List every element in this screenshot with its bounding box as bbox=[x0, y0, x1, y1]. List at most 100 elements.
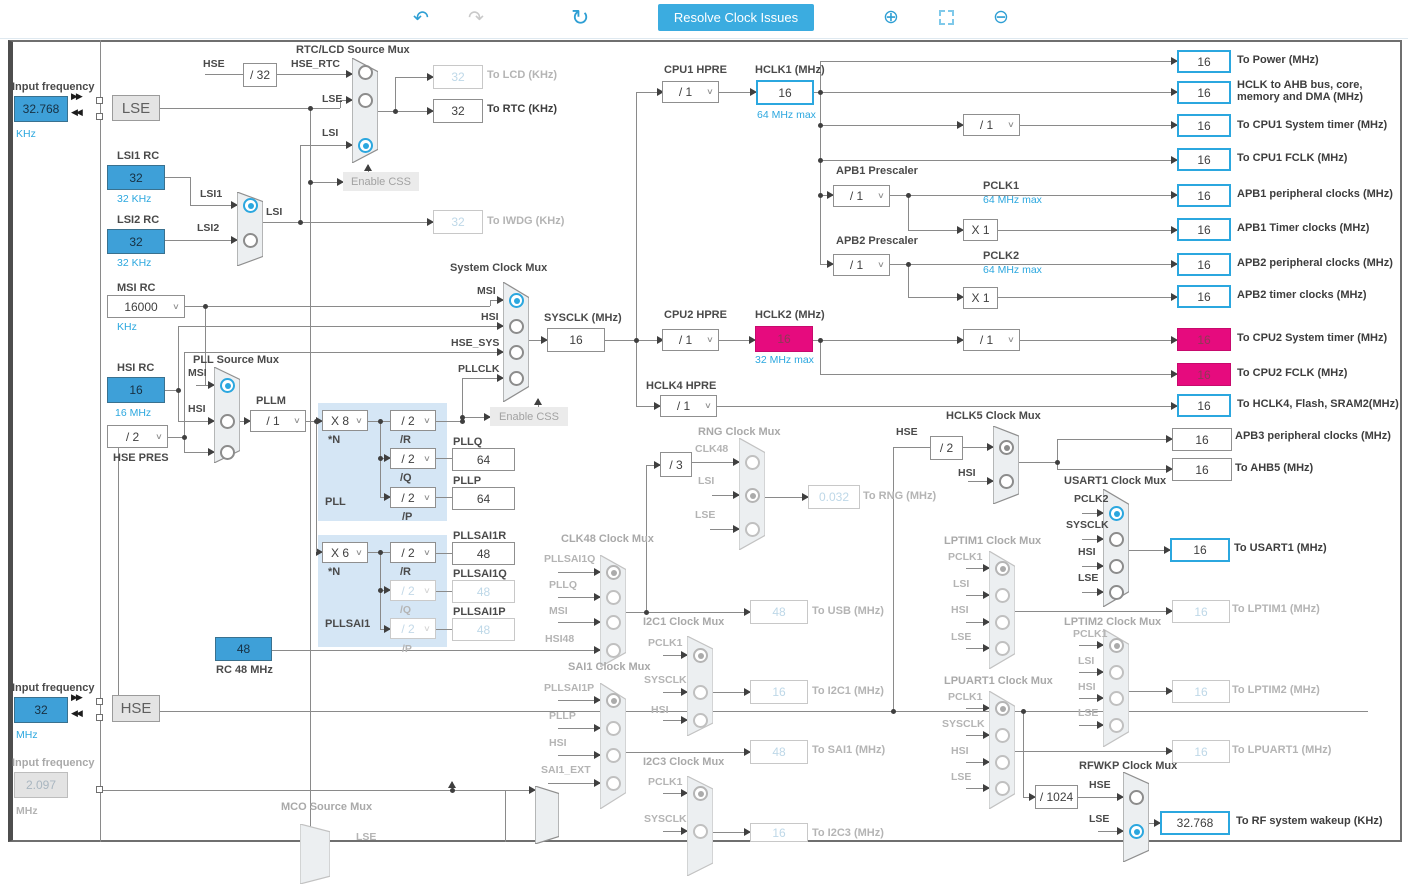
lsi2-rc-value[interactable]: 32 bbox=[107, 229, 165, 254]
msi-rc-range-dropdown[interactable]: 16000 ∨ bbox=[107, 295, 185, 318]
hclk4-hpre-dropdown[interactable]: / 1 ∨ bbox=[660, 395, 717, 417]
label: APB1 peripheral clocks (MHz) bbox=[1237, 188, 1393, 200]
apb2-prescaler-dropdown[interactable]: / 1 ∨ bbox=[833, 254, 890, 276]
system-clock-mux-input-3[interactable] bbox=[509, 371, 524, 386]
system-clock-mux-input-2[interactable] bbox=[509, 345, 524, 360]
to-usb-value: 48 bbox=[750, 600, 808, 624]
pllsai1-q-dropdown: / 2 ∨ bbox=[390, 580, 436, 601]
pll-p-dropdown[interactable]: / 2 ∨ bbox=[390, 487, 436, 508]
label: I2C3 Clock Mux bbox=[643, 756, 725, 768]
cpu1-hpre-dropdown[interactable]: / 1 ∨ bbox=[662, 81, 719, 103]
label: To USB (MHz) bbox=[812, 605, 884, 617]
rtc-lcd-source-mux-input-1[interactable] bbox=[358, 93, 373, 108]
hse-source[interactable]: HSE bbox=[112, 695, 160, 722]
apb2-timer-value[interactable]: 16 bbox=[1177, 285, 1231, 308]
wire bbox=[165, 177, 190, 178]
pll-source-mux-input-1[interactable] bbox=[220, 414, 235, 429]
wire bbox=[1057, 439, 1172, 440]
rfwkp-clock-mux-input-0[interactable] bbox=[1129, 790, 1144, 805]
apb1-prescaler-dropdown[interactable]: / 1 ∨ bbox=[833, 185, 890, 207]
smps-clock-mux bbox=[534, 785, 560, 845]
label: LSE bbox=[1089, 813, 1110, 825]
lse-input-frequency[interactable]: 32.768 bbox=[14, 96, 68, 122]
connector-square[interactable] bbox=[96, 97, 103, 104]
to-lptim1-value: 16 bbox=[1172, 600, 1230, 623]
wire bbox=[893, 447, 930, 448]
cpu1-systick-div-dropdown[interactable]: / 1 ∨ bbox=[963, 114, 1020, 136]
rng-div3: / 3 bbox=[660, 452, 692, 477]
wire bbox=[893, 447, 894, 711]
label: LPTIM1 Clock Mux bbox=[944, 535, 1042, 547]
pllsai1-r-dropdown[interactable]: / 2 ∨ bbox=[390, 542, 436, 563]
wire bbox=[205, 74, 243, 75]
hclk-ahb-value[interactable]: 16 bbox=[1177, 81, 1231, 104]
usart1-clock-mux-input-3[interactable] bbox=[1109, 585, 1124, 600]
pllm-dropdown[interactable]: / 1 ∨ bbox=[250, 410, 306, 432]
hclk5-clock-mux-input-0[interactable] bbox=[999, 440, 1014, 455]
hsi-rc-value[interactable]: 16 bbox=[107, 377, 165, 403]
connector-square[interactable] bbox=[96, 714, 103, 721]
to-hclk4-value[interactable]: 16 bbox=[1177, 394, 1231, 417]
label: 16 MHz bbox=[115, 407, 152, 419]
to-power-value[interactable]: 16 bbox=[1177, 50, 1231, 73]
pll-source-mux-input-0[interactable] bbox=[220, 378, 235, 393]
to-usart1-value[interactable]: 16 bbox=[1170, 538, 1230, 562]
connector-square[interactable] bbox=[96, 786, 103, 793]
rtc-lcd-source-mux-input-0[interactable] bbox=[358, 65, 373, 80]
pll-source-mux-input-2[interactable] bbox=[220, 445, 235, 460]
pll-q-dropdown[interactable]: / 2 ∨ bbox=[390, 448, 436, 469]
rtc-lcd-source-mux-input-2[interactable] bbox=[358, 138, 373, 153]
cpu1-systimer-value[interactable]: 16 bbox=[1177, 114, 1231, 137]
hclk2-value[interactable]: 16 bbox=[755, 326, 813, 352]
cpu2-fclk-value[interactable]: 16 bbox=[1177, 363, 1231, 386]
junction-dot bbox=[891, 709, 896, 714]
cpu2-systick-div-dropdown[interactable]: / 1 ∨ bbox=[963, 329, 1020, 351]
enable-css-sys-button[interactable]: Enable CSS bbox=[490, 407, 568, 426]
rc48-value[interactable]: 48 bbox=[215, 637, 272, 661]
pllsai1-n-dropdown[interactable]: X 6 ∨ bbox=[322, 542, 368, 563]
to-rf-wakeup-value[interactable]: 32.768 bbox=[1160, 811, 1230, 835]
wire bbox=[452, 790, 535, 791]
pll-n-dropdown[interactable]: X 8 ∨ bbox=[322, 410, 368, 431]
lsi-mux-input-0[interactable] bbox=[243, 198, 258, 213]
hclk5-clock-mux-input-1[interactable] bbox=[999, 474, 1014, 489]
cpu1-fclk-value[interactable]: 16 bbox=[1177, 148, 1231, 171]
chevron-down-icon: ∨ bbox=[355, 547, 363, 557]
label: To USART1 (MHz) bbox=[1234, 542, 1327, 554]
connector-square[interactable] bbox=[96, 698, 103, 705]
wire bbox=[1015, 751, 1172, 752]
apb1-periph-value[interactable]: 16 bbox=[1177, 184, 1231, 207]
connector-square[interactable] bbox=[96, 113, 103, 120]
cpu2-systimer-value[interactable]: 16 bbox=[1177, 328, 1231, 351]
lse-source[interactable]: LSE bbox=[112, 95, 160, 121]
arrowhead-icon bbox=[448, 781, 456, 788]
lsi-mux-input-1[interactable] bbox=[243, 233, 258, 248]
clock-diagram: ▶▶ ◀◀ ▶▶ ◀◀ 32.768 32 32 16 48 32 2.097 LSE HSE/ 32… bbox=[0, 0, 1408, 885]
pll-r-dropdown[interactable]: / 2 ∨ bbox=[390, 410, 436, 431]
hclk5-div2: / 2 bbox=[930, 436, 963, 460]
rfwkp-clock-mux-input-1[interactable] bbox=[1129, 824, 1144, 839]
hse-input-frequency[interactable]: 32 bbox=[14, 697, 68, 723]
to-sai1-value: 48 bbox=[750, 740, 808, 764]
hse-pres-dropdown[interactable]: / 2 ∨ bbox=[107, 425, 168, 448]
cpu2-hpre-dropdown[interactable]: / 1 ∨ bbox=[662, 329, 719, 351]
system-clock-mux-input-1[interactable] bbox=[509, 319, 524, 334]
hse32-input-frequency: 2.097 bbox=[14, 772, 68, 798]
enable-css-rtc-button[interactable]: Enable CSS bbox=[343, 172, 419, 191]
lsi1-rc-value[interactable]: 32 bbox=[107, 165, 165, 190]
usart1-clock-mux-input-0[interactable] bbox=[1109, 506, 1124, 521]
label: PLLSAI1P bbox=[453, 606, 506, 618]
apb1-timer-value[interactable]: 16 bbox=[1177, 218, 1231, 241]
lptim1-clock-mux-input-2 bbox=[995, 615, 1010, 630]
mux-shape bbox=[534, 785, 560, 845]
wire bbox=[100, 40, 101, 842]
system-clock-mux-input-0[interactable] bbox=[509, 293, 524, 308]
wire bbox=[998, 297, 1177, 298]
usart1-clock-mux-input-2[interactable] bbox=[1109, 559, 1124, 574]
label: LSI2 bbox=[197, 222, 220, 234]
hclk1-value[interactable]: 16 bbox=[756, 80, 814, 105]
usart1-clock-mux-input-1[interactable] bbox=[1109, 532, 1124, 547]
label: LSI bbox=[1078, 655, 1095, 667]
apb2-periph-value[interactable]: 16 bbox=[1177, 253, 1231, 276]
label: 64 MHz max bbox=[983, 264, 1042, 276]
